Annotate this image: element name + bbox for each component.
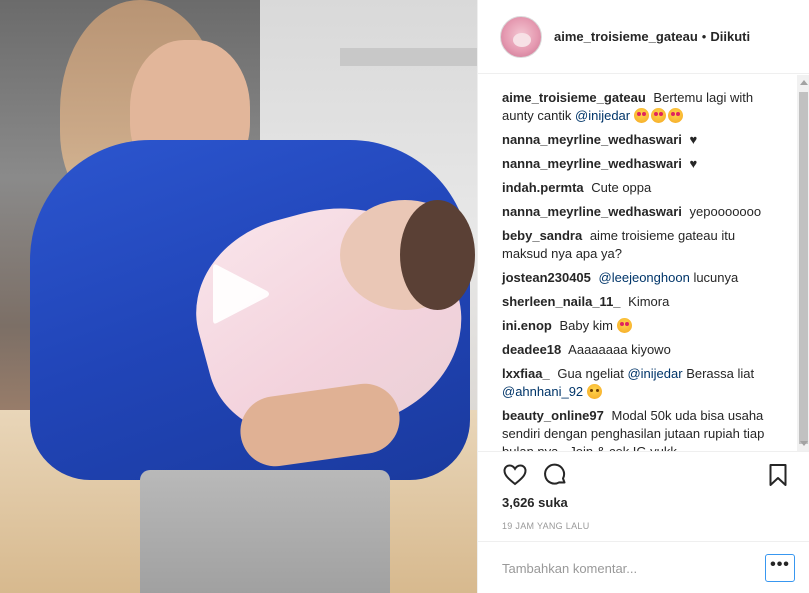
follow-button[interactable]: Diikuti <box>710 29 750 44</box>
comment-mention[interactable]: @ahnhani_92 <box>502 384 583 399</box>
post-video[interactable] <box>0 0 477 593</box>
comment-item: aime_troisieme_gateau Bertemu lagi with … <box>502 89 772 125</box>
comment-item: beauty_online97 Modal 50k uda bisa usaha… <box>502 407 772 451</box>
more-options-button[interactable]: ••• <box>765 554 795 582</box>
scroll-down-arrow-icon[interactable] <box>800 441 808 446</box>
comment-text: Gua ngeliat <box>557 366 624 381</box>
comment-username[interactable]: nanna_meyrline_wedhaswari <box>502 156 682 171</box>
silver-skirt <box>140 470 390 593</box>
avatar[interactable] <box>500 15 542 58</box>
header-username[interactable]: aime_troisieme_gateau <box>554 29 698 44</box>
comment-text: yepooooooo <box>689 204 762 219</box>
comment-mention[interactable]: @inijedar <box>575 108 630 123</box>
comment-item: jostean230405 @leejeonghoon lucunya <box>502 269 772 287</box>
likes-count[interactable]: 3,626 suka <box>502 495 568 510</box>
comment-text: Aaaaaaaa kiyowo <box>568 342 671 357</box>
comment-text: Cute oppa <box>591 180 652 195</box>
post-side-panel: aime_troisieme_gateau • Diikuti aime_tro… <box>477 0 809 593</box>
comment-text: Berassa liat <box>686 366 755 381</box>
comment-text: Baby kim <box>559 318 613 333</box>
heart-icon: ♥ <box>689 132 698 147</box>
comment-username[interactable]: ini.enop <box>502 318 552 333</box>
comment-username[interactable]: jostean230405 <box>502 270 591 285</box>
comments-list[interactable]: aime_troisieme_gateau Bertemu lagi with … <box>478 75 798 451</box>
bookmark-icon[interactable] <box>765 462 791 488</box>
comment-text: Kimora <box>628 294 670 309</box>
heart-icon: ♥ <box>689 156 698 171</box>
add-comment-bar: ••• <box>478 541 809 593</box>
header-separator: • <box>701 29 707 44</box>
comment-username[interactable]: beauty_online97 <box>502 408 604 423</box>
comment-item: deadee18 Aaaaaaaa kiyowo <box>502 341 772 359</box>
comment-username[interactable]: deadee18 <box>502 342 561 357</box>
comment-input[interactable] <box>502 558 742 578</box>
heart-outline-icon[interactable] <box>502 462 528 488</box>
comment-username[interactable]: lxxfiaa_ <box>502 366 550 381</box>
comment-username[interactable]: indah.permta <box>502 180 584 195</box>
comment-username[interactable]: nanna_meyrline_wedhaswari <box>502 204 682 219</box>
scrollbar-thumb[interactable] <box>799 92 808 444</box>
comment-item: nanna_meyrline_wedhaswari ♥ <box>502 155 772 173</box>
comment-mention[interactable]: @inijedar <box>627 366 682 381</box>
comment-item: sherleen_naila_11_ Kimora <box>502 293 772 311</box>
post-header: aime_troisieme_gateau • Diikuti <box>478 0 809 74</box>
speech-bubble-icon[interactable] <box>542 462 568 488</box>
comment-item: lxxfiaa_ Gua ngeliat @inijedar Berassa l… <box>502 365 772 401</box>
scroll-up-arrow-icon[interactable] <box>800 80 808 85</box>
comment-item: indah.permta Cute oppa <box>502 179 772 197</box>
comment-username[interactable]: sherleen_naila_11_ <box>502 294 621 309</box>
post-timestamp[interactable]: 19 JAM YANG LALU <box>502 521 590 531</box>
comment-item: ini.enop Baby kim <box>502 317 772 335</box>
comment-username[interactable]: beby_sandra <box>502 228 582 243</box>
post-actions: 3,626 suka 19 JAM YANG LALU <box>478 451 809 551</box>
comment-item: nanna_meyrline_wedhaswari yepooooooo <box>502 203 772 221</box>
comment-mention[interactable]: @leejeonghoon <box>599 270 690 285</box>
background-sign <box>340 48 477 66</box>
heart-eyes-emoji-icon <box>633 108 649 123</box>
comment-item: beby_sandra aime troisieme gateau itu ma… <box>502 227 772 263</box>
grinning-sweat-emoji-icon <box>586 384 602 399</box>
comment-username[interactable]: aime_troisieme_gateau <box>502 90 646 105</box>
comment-text: lucunya <box>693 270 739 285</box>
heart-eyes-emoji-icon <box>667 108 683 123</box>
comment-item: nanna_meyrline_wedhaswari ♥ <box>502 131 772 149</box>
comments-scrollbar[interactable] <box>797 75 809 451</box>
heart-eyes-emoji-icon <box>616 318 632 333</box>
more-options-icon: ••• <box>770 556 790 573</box>
baby-hair <box>400 200 475 310</box>
comment-username[interactable]: nanna_meyrline_wedhaswari <box>502 132 682 147</box>
play-icon[interactable] <box>207 259 273 329</box>
heart-eyes-emoji-icon <box>650 108 666 123</box>
